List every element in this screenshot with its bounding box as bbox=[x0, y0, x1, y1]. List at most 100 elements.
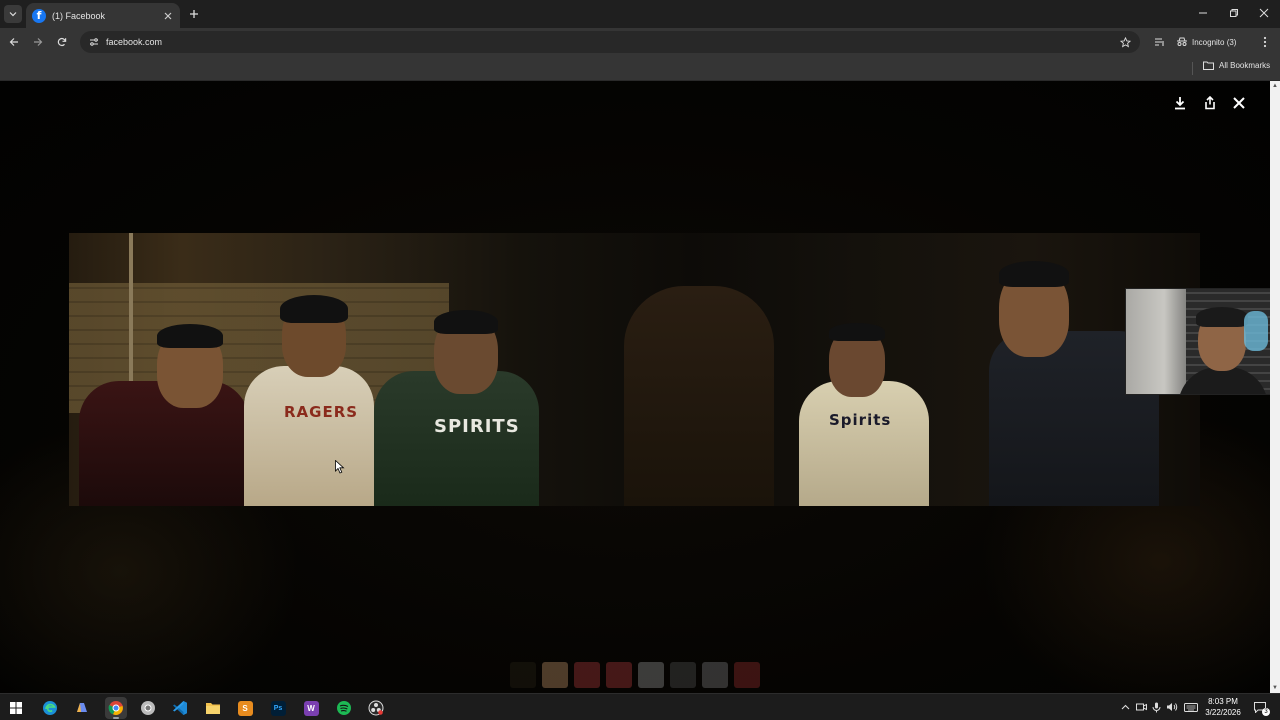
wattpad-app[interactable]: W bbox=[300, 697, 322, 719]
camera-icon bbox=[1135, 703, 1147, 711]
close-window-button[interactable] bbox=[1251, 4, 1277, 22]
bookmarks-divider bbox=[1192, 62, 1193, 75]
reload-button[interactable] bbox=[53, 33, 71, 51]
incognito-label: Incognito (3) bbox=[1192, 37, 1237, 47]
photo-thumbnails bbox=[510, 662, 760, 688]
tab-strip: f (1) Facebook bbox=[0, 0, 1280, 28]
microphone-button[interactable] bbox=[1149, 700, 1163, 714]
show-hidden-icons-button[interactable] bbox=[1118, 700, 1132, 714]
download-icon bbox=[1175, 97, 1185, 110]
webcam-overlay bbox=[1125, 288, 1280, 395]
sublime-app[interactable]: S bbox=[234, 697, 256, 719]
folder-icon bbox=[1203, 61, 1214, 70]
windows-taskbar: S Ps W 8:03 PM 3/22/2026 3 bbox=[0, 693, 1280, 720]
arrow-left-icon bbox=[9, 38, 18, 46]
share-button[interactable] bbox=[1200, 93, 1220, 113]
address-bar[interactable]: facebook.com bbox=[80, 31, 1140, 53]
browser-toolbar: facebook.com Incognito (3) bbox=[0, 28, 1280, 56]
clock-time: 8:03 PM bbox=[1208, 697, 1238, 706]
photo-thumbnail[interactable] bbox=[702, 662, 728, 688]
jersey-text: SPIRITS bbox=[434, 416, 520, 437]
restore-icon bbox=[1230, 9, 1238, 17]
person: RAGERS bbox=[244, 291, 374, 506]
active-indicator bbox=[113, 717, 119, 719]
close-icon bbox=[1259, 8, 1269, 18]
photo-thumbnail[interactable] bbox=[510, 662, 536, 688]
new-tab-button[interactable] bbox=[186, 6, 202, 22]
volume-button[interactable] bbox=[1165, 700, 1179, 714]
headset bbox=[1244, 311, 1268, 351]
photo-thumbnail[interactable] bbox=[542, 662, 568, 688]
tab-close-icon[interactable] bbox=[162, 10, 174, 22]
browser-menu-button[interactable] bbox=[1256, 33, 1274, 51]
jersey bbox=[244, 366, 374, 506]
edge-icon bbox=[43, 701, 57, 715]
photo-thumbnail[interactable] bbox=[670, 662, 696, 688]
photoshop-icon: Ps bbox=[270, 700, 286, 716]
system-clock[interactable]: 8:03 PM 3/22/2026 bbox=[1200, 696, 1246, 718]
keyboard-button[interactable] bbox=[1183, 700, 1199, 714]
hair bbox=[999, 261, 1069, 287]
copilot-icon bbox=[77, 703, 87, 712]
sublime-icon: S bbox=[237, 700, 253, 716]
more-vertical-icon bbox=[1263, 36, 1267, 48]
mouse-cursor-icon bbox=[335, 460, 345, 474]
jersey-text: RAGERS bbox=[284, 403, 359, 421]
tab-facebook[interactable]: f (1) Facebook bbox=[26, 3, 180, 28]
hair bbox=[829, 323, 885, 341]
chrome-app[interactable] bbox=[105, 697, 127, 719]
reload-icon bbox=[57, 37, 67, 47]
bookmarks-bar: All Bookmarks bbox=[0, 56, 1280, 81]
page-scrollbar[interactable]: ▲ ▼ bbox=[1270, 81, 1280, 693]
photo-viewer: RAGERS SPIRITS Spirits bbox=[0, 81, 1270, 693]
back-button[interactable] bbox=[5, 33, 23, 51]
share-icon bbox=[1205, 96, 1215, 110]
person: SPIRITS bbox=[374, 306, 539, 506]
notification-badge: 3 bbox=[1262, 708, 1270, 716]
spotify-app[interactable] bbox=[333, 697, 355, 719]
photo-thumbnail[interactable] bbox=[734, 662, 760, 688]
edge-app[interactable] bbox=[39, 697, 61, 719]
bookmark-star-icon[interactable] bbox=[1118, 35, 1132, 49]
forward-button[interactable] bbox=[29, 33, 47, 51]
person bbox=[79, 306, 249, 506]
photo-thumbnail[interactable] bbox=[574, 662, 600, 688]
person: Spirits bbox=[789, 321, 929, 506]
chevron-down-icon bbox=[9, 12, 17, 17]
photo-thumbnail[interactable] bbox=[638, 662, 664, 688]
download-button[interactable] bbox=[1170, 93, 1190, 113]
obs-icon bbox=[368, 700, 384, 716]
tab-search-menu-button[interactable] bbox=[1150, 33, 1168, 51]
plus-icon bbox=[190, 10, 198, 18]
cloak bbox=[624, 286, 774, 506]
all-bookmarks-button[interactable]: All Bookmarks bbox=[1203, 61, 1270, 70]
minimize-button[interactable] bbox=[1190, 4, 1216, 22]
vscode-app[interactable] bbox=[169, 697, 191, 719]
notification-center-button[interactable]: 3 bbox=[1252, 699, 1270, 716]
hooded-figure bbox=[624, 286, 774, 506]
photoshop-app[interactable]: Ps bbox=[267, 697, 289, 719]
chevron-up-icon bbox=[1121, 704, 1129, 709]
clock-date: 3/22/2026 bbox=[1205, 708, 1241, 717]
site-info-icon[interactable] bbox=[88, 36, 100, 48]
keyboard-icon bbox=[1184, 702, 1198, 712]
tab-search-button[interactable] bbox=[4, 5, 22, 23]
obs-app[interactable] bbox=[365, 697, 387, 719]
tab-title: (1) Facebook bbox=[52, 10, 106, 21]
facebook-icon: f bbox=[32, 8, 46, 23]
copilot-app[interactable] bbox=[71, 697, 93, 719]
meet-now-button[interactable] bbox=[1134, 700, 1148, 714]
file-explorer-app[interactable] bbox=[202, 697, 224, 719]
chrome-profile-app[interactable] bbox=[137, 697, 159, 719]
photo[interactable]: RAGERS SPIRITS Spirits bbox=[69, 233, 1200, 506]
close-viewer-button[interactable] bbox=[1229, 93, 1249, 113]
chrome-icon bbox=[108, 701, 123, 715]
restore-button[interactable] bbox=[1221, 4, 1247, 22]
scroll-down-icon[interactable]: ▼ bbox=[1272, 685, 1278, 691]
vscode-icon bbox=[173, 701, 187, 715]
minimize-icon bbox=[1199, 12, 1207, 14]
incognito-badge[interactable]: Incognito (3) bbox=[1176, 33, 1236, 51]
scroll-up-icon[interactable]: ▲ bbox=[1272, 83, 1278, 89]
photo-thumbnail[interactable] bbox=[606, 662, 632, 688]
start-button[interactable] bbox=[5, 697, 27, 719]
